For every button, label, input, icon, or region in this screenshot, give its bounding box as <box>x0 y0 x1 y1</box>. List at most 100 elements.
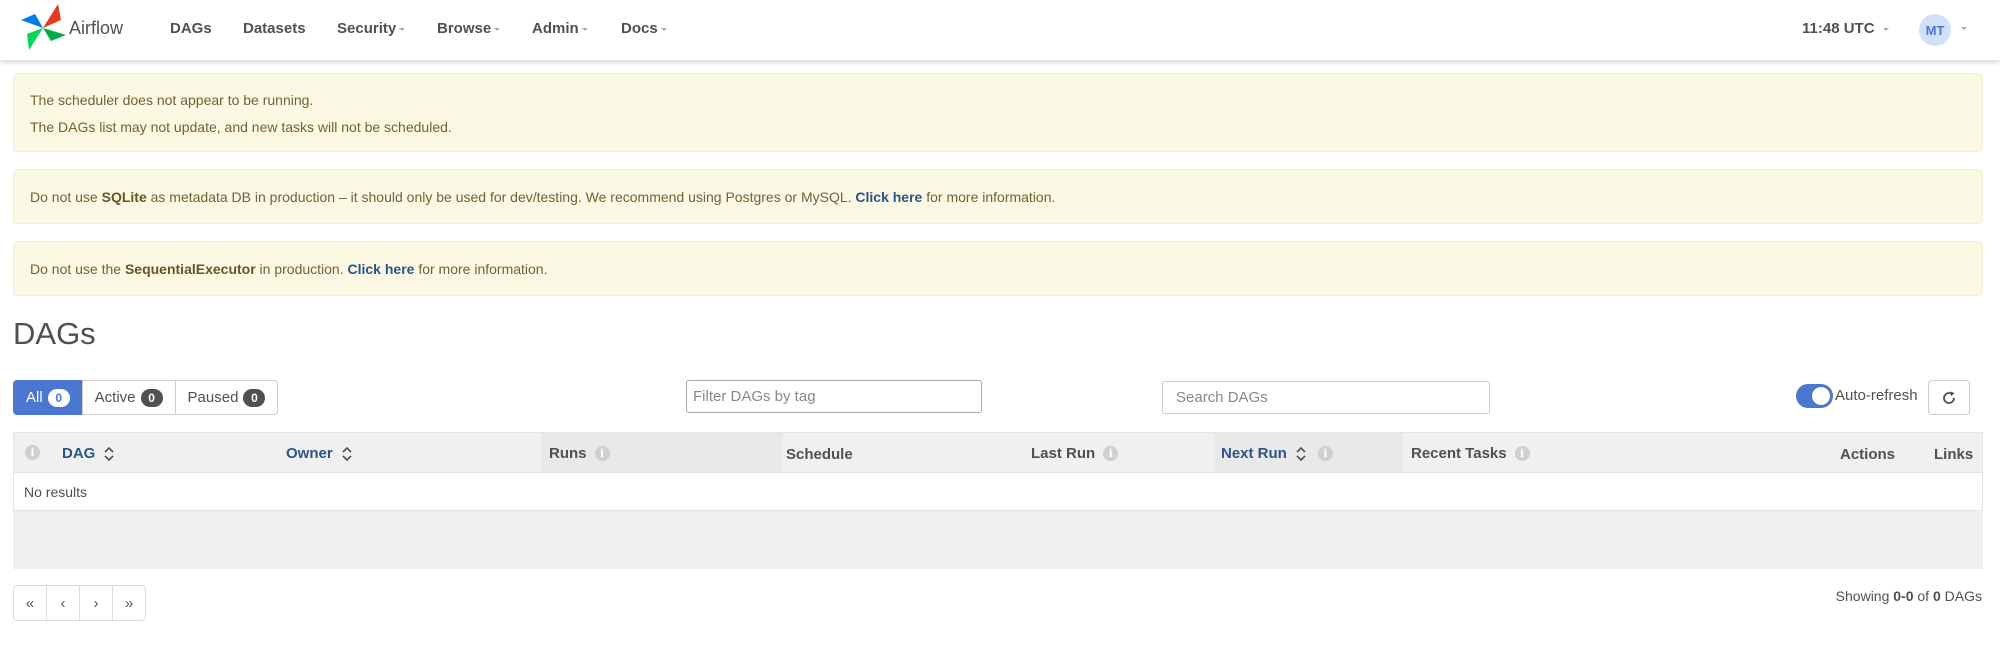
alert-text: Do not use the <box>30 261 125 277</box>
alert-text: Do not use <box>30 189 102 205</box>
user-avatar[interactable]: MT <box>1919 14 1951 46</box>
dag-search-input[interactable] <box>1162 381 1490 414</box>
nav-admin-label: Admin <box>532 20 579 37</box>
chevron-down-icon <box>1882 27 1889 31</box>
sort-icon <box>342 446 352 461</box>
nav-docs[interactable]: Docs <box>621 20 667 37</box>
info-icon[interactable]: i <box>1103 446 1119 461</box>
filter-label: Paused <box>187 389 239 406</box>
info-icon[interactable]: i <box>1514 446 1530 461</box>
prev-page-button[interactable]: ‹ <box>46 585 80 621</box>
info-icon[interactable]: i <box>1317 446 1333 461</box>
nav-datasets[interactable]: Datasets <box>243 20 306 37</box>
column-label: Owner <box>286 445 333 462</box>
count-badge: 0 <box>140 388 163 407</box>
airflow-brand[interactable]: Airflow <box>21 2 123 52</box>
status-filter-group: All 0 Active 0 Paused 0 <box>13 380 279 415</box>
sqlite-info-link[interactable]: Click here <box>855 189 922 205</box>
sort-icon <box>104 446 114 461</box>
next-run-column-header[interactable]: Next Run i <box>1221 445 1333 462</box>
count-badge: 0 <box>47 388 70 407</box>
auto-refresh-label: Auto-refresh <box>1835 387 1918 404</box>
column-label: Last Run <box>1031 445 1096 462</box>
brand-name: Airflow <box>69 18 124 38</box>
toggle-knob <box>1812 387 1830 405</box>
nav-docs-label: Docs <box>621 20 658 37</box>
owner-column-header[interactable]: Owner <box>286 445 352 462</box>
filter-all-button[interactable]: All 0 <box>13 380 83 415</box>
column-label: Runs <box>549 445 587 462</box>
nav-datasets-label: Datasets <box>243 20 306 37</box>
nav-dags[interactable]: DAGs <box>170 20 212 37</box>
filter-paused-button[interactable]: Paused 0 <box>174 380 279 415</box>
table-footer <box>13 511 1983 569</box>
chevron-down-icon <box>660 27 667 31</box>
alert-line: The scheduler does not appear to be runn… <box>30 92 314 108</box>
info-column-header[interactable]: i <box>25 445 40 460</box>
current-time: 11:48 UTC <box>1802 20 1875 37</box>
sqlite-warning-alert: Do not use SQLite as metadata DB in prod… <box>13 169 1983 224</box>
showing-text: DAGs <box>1940 588 1982 604</box>
auto-refresh-toggle[interactable] <box>1796 384 1833 408</box>
timezone-menu[interactable]: 11:48 UTC <box>1802 20 1889 37</box>
dag-column-header[interactable]: DAG <box>62 445 114 462</box>
alert-message: Do not use SQLite as metadata DB in prod… <box>30 189 1055 205</box>
schedule-column-header: Schedule <box>786 446 853 463</box>
showing-count: Showing 0-0 of 0 DAGs <box>1836 588 1982 604</box>
refresh-icon <box>1943 391 1955 404</box>
executor-info-link[interactable]: Click here <box>348 261 415 277</box>
chevron-down-icon <box>494 27 501 31</box>
nav-security-label: Security <box>337 20 397 37</box>
last-run-column-header: Last Run i <box>1031 445 1119 462</box>
nav-admin[interactable]: Admin <box>532 20 588 37</box>
alert-text: for more information. <box>414 261 548 277</box>
column-label: Recent Tasks <box>1411 445 1507 462</box>
refresh-button[interactable] <box>1928 380 1970 415</box>
scheduler-warning-alert: The scheduler does not appear to be runn… <box>13 73 1983 152</box>
recent-tasks-column-header: Recent Tasks i <box>1411 445 1530 462</box>
executor-warning-alert: Do not use the SequentialExecutor in pro… <box>13 241 1983 296</box>
dags-table: i DAG Owner Runs i Schedule Last Run i Nex… <box>13 432 1983 569</box>
table-row: No results <box>13 473 1983 511</box>
actions-column-header: Actions <box>1840 446 1895 463</box>
chevron-down-icon[interactable] <box>1961 27 1967 30</box>
user-initials: MT <box>1925 22 1945 38</box>
filter-label: Active <box>94 389 136 406</box>
alert-line: The DAGs list may not update, and new ta… <box>30 119 452 135</box>
info-icon: i <box>25 445 40 460</box>
filter-label: All <box>26 389 43 406</box>
nav-dags-label: DAGs <box>170 20 212 37</box>
filter-active-button[interactable]: Active 0 <box>81 380 176 415</box>
top-navbar: Airflow DAGs Datasets Security Browse Ad… <box>0 0 2000 61</box>
first-page-button[interactable]: « <box>13 585 47 621</box>
alert-strong-text: SequentialExecutor <box>124 261 256 277</box>
showing-text: of <box>1913 588 1933 604</box>
showing-total: 0 <box>1932 588 1941 604</box>
chevron-down-icon <box>581 27 588 31</box>
tag-filter-input[interactable] <box>686 380 982 413</box>
alert-text: in production. <box>255 261 348 277</box>
showing-range: 0-0 <box>1893 588 1914 604</box>
last-page-button[interactable]: » <box>112 585 146 621</box>
runs-column-header: Runs i <box>549 445 610 462</box>
alert-message: Do not use the SequentialExecutor in pro… <box>30 261 548 277</box>
table-header: i DAG Owner Runs i Schedule Last Run i Nex… <box>13 432 1983 473</box>
alert-text: for more information. <box>922 189 1056 205</box>
nav-browse[interactable]: Browse <box>437 20 501 37</box>
alert-strong-text: SQLite <box>101 189 147 205</box>
links-column-header: Links <box>1934 446 1973 463</box>
alert-text: as metadata DB in production – it should… <box>146 189 856 205</box>
nav-browse-label: Browse <box>437 20 492 37</box>
chevron-down-icon <box>399 27 406 31</box>
column-label: Schedule <box>786 446 853 463</box>
column-label: Links <box>1934 446 1974 463</box>
sort-icon <box>1296 446 1306 461</box>
info-icon[interactable]: i <box>594 446 610 461</box>
column-label: Next Run <box>1221 445 1287 462</box>
next-page-button[interactable]: › <box>79 585 113 621</box>
nav-security[interactable]: Security <box>337 20 406 37</box>
airflow-pinwheel-logo-icon <box>21 4 66 50</box>
pagination: « ‹ › » <box>13 585 146 621</box>
page-title: DAGs <box>13 316 96 351</box>
count-badge: 0 <box>243 388 266 407</box>
